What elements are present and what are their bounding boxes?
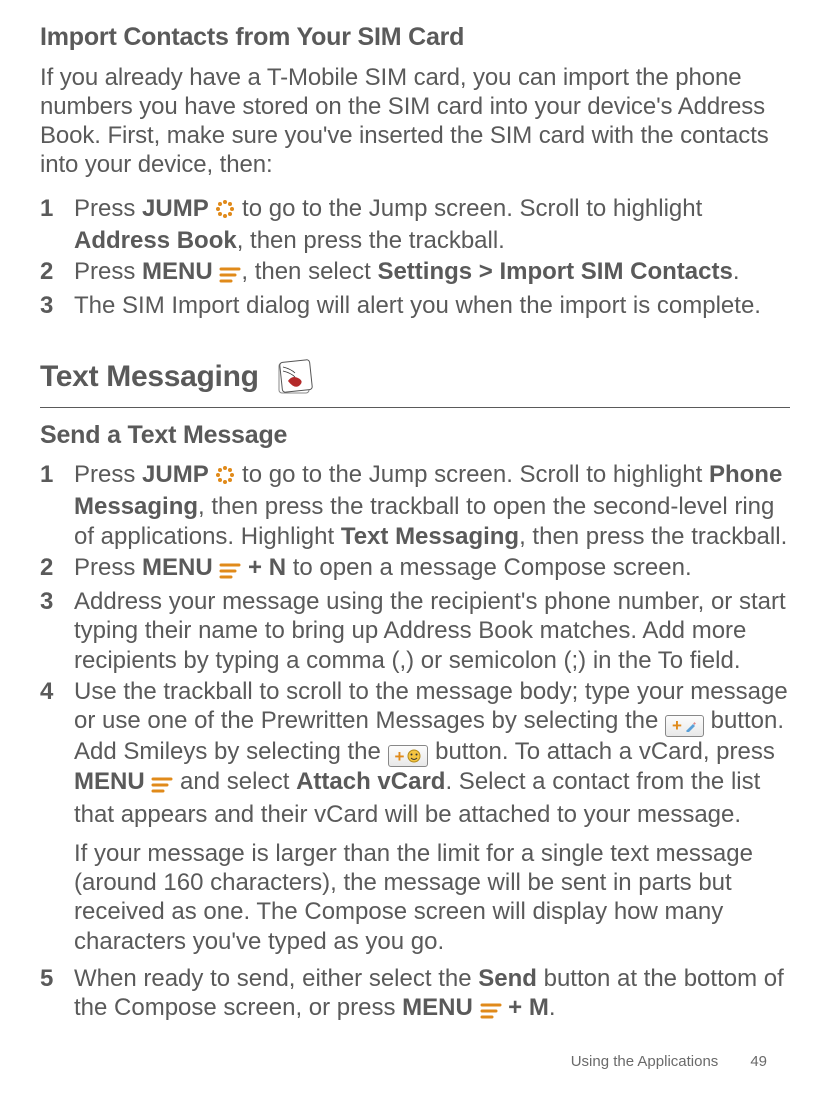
page: Import Contacts from Your SIM Card If yo…	[0, 0, 825, 1097]
step-text: Press JUMP to go to the Jump screen. Scr…	[74, 194, 790, 256]
step-text: The SIM Import dialog will alert you whe…	[74, 291, 790, 320]
text: to go to the Jump screen. Scroll to high…	[235, 461, 709, 488]
smiley-button-icon: +	[388, 745, 429, 767]
step-text: Use the trackball to scroll to the messa…	[74, 677, 790, 829]
step-number: 5	[40, 964, 74, 993]
heading-import-contacts: Import Contacts from Your SIM Card	[40, 22, 790, 53]
menu-icon	[219, 556, 241, 585]
text-messaging-label: Text Messaging	[341, 523, 519, 550]
step-number: 4	[40, 677, 74, 706]
jump-label: JUMP	[142, 461, 209, 488]
text: .	[733, 258, 740, 285]
list-item: 3 Address your message using the recipie…	[40, 587, 790, 675]
text-messaging-header: Text Messaging	[40, 357, 790, 399]
text: Press	[74, 554, 142, 581]
menu-label: MENU	[142, 554, 213, 581]
prewritten-button-icon: +	[665, 715, 704, 737]
divider	[40, 407, 790, 408]
list-item: 2 Press MENU , then select Settings > Im…	[40, 257, 790, 289]
step-number: 2	[40, 553, 74, 582]
import-steps-list: 1 Press JUMP to go to the Jump screen. S…	[40, 194, 790, 321]
text: to open a message Compose screen.	[286, 554, 692, 581]
text: to go to the Jump screen. Scroll to high…	[235, 195, 702, 222]
menu-icon	[151, 770, 173, 799]
plus-m-label: + M	[502, 994, 549, 1021]
step-text: Press JUMP to go to the Jump screen. Scr…	[74, 460, 790, 551]
menu-label: MENU	[142, 258, 213, 285]
heading-send-text: Send a Text Message	[40, 420, 790, 451]
send-text-steps-list-cont: 5 When ready to send, either select the …	[40, 964, 790, 1026]
plus-n-label: + N	[241, 554, 286, 581]
step-number: 3	[40, 587, 74, 616]
step-number: 2	[40, 257, 74, 286]
page-footer: Using the Applications 49	[571, 1053, 767, 1071]
intro-paragraph: If you already have a T-Mobile SIM card,…	[40, 63, 790, 180]
text: Press	[74, 461, 142, 488]
step-text: Press MENU + N to open a message Compose…	[74, 553, 790, 585]
menu-label: MENU	[402, 994, 473, 1021]
text: Press	[74, 195, 142, 222]
text: Press	[74, 258, 142, 285]
list-item: 2 Press MENU + N to open a message Compo…	[40, 553, 790, 585]
text: button. To attach a vCard, press	[428, 738, 774, 765]
text: , then press the trackball.	[237, 227, 505, 254]
step-number: 1	[40, 460, 74, 489]
text: and select	[173, 768, 296, 795]
list-item: 1 Press JUMP to go to the Jump screen. S…	[40, 460, 790, 551]
text-messaging-icon	[273, 357, 315, 399]
jump-icon	[215, 197, 235, 226]
text: When ready to send, either select the	[74, 965, 478, 992]
address-book-label: Address Book	[74, 227, 237, 254]
text: , then press the trackball.	[519, 523, 787, 550]
step-text: Address your message using the recipient…	[74, 587, 790, 675]
menu-label: MENU	[74, 768, 145, 795]
footer-page-number: 49	[750, 1053, 767, 1071]
step-number: 1	[40, 194, 74, 223]
menu-icon	[480, 996, 502, 1025]
send-label: Send	[478, 965, 537, 992]
settings-path-label: Settings > Import SIM Contacts	[377, 258, 732, 285]
list-item: 4 Use the trackball to scroll to the mes…	[40, 677, 790, 829]
step-text: Press MENU , then select Settings > Impo…	[74, 257, 790, 289]
footer-section-name: Using the Applications	[571, 1053, 719, 1071]
note-paragraph: If your message is larger than the limit…	[74, 839, 790, 956]
step-number: 3	[40, 291, 74, 320]
step-text: When ready to send, either select the Se…	[74, 964, 790, 1026]
list-item: 1 Press JUMP to go to the Jump screen. S…	[40, 194, 790, 256]
section-title: Text Messaging	[40, 359, 259, 396]
text: .	[549, 994, 556, 1021]
jump-label: JUMP	[142, 195, 209, 222]
list-item: 3 The SIM Import dialog will alert you w…	[40, 291, 790, 320]
attach-vcard-label: Attach vCard	[296, 768, 445, 795]
jump-icon	[215, 463, 235, 492]
send-text-steps-list: 1 Press JUMP to go to the Jump screen. S…	[40, 460, 790, 829]
menu-icon	[219, 260, 241, 289]
text: , then select	[241, 258, 377, 285]
list-item: 5 When ready to send, either select the …	[40, 964, 790, 1026]
